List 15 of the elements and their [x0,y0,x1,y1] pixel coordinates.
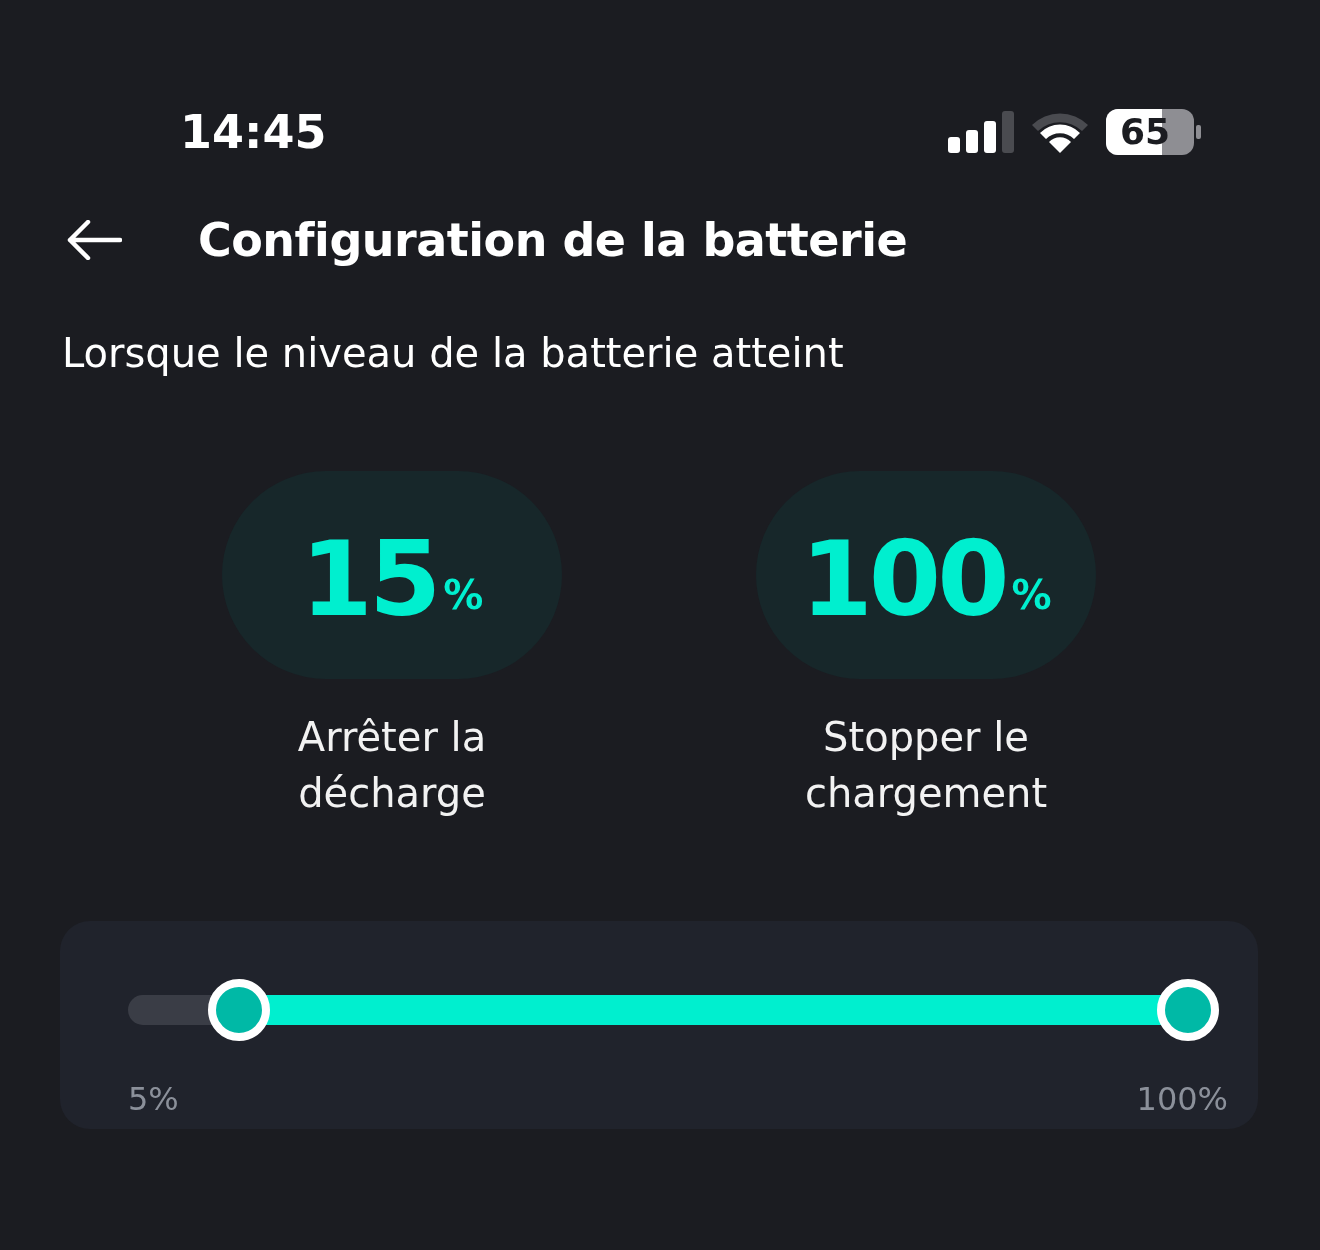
percent-unit: % [1011,571,1052,620]
limit-label: Arrêter la décharge [296,713,488,818]
max-label: 100% [1136,1079,1228,1120]
limit-label: Stopper le chargement [803,713,1049,818]
battery-percentage: 65 [1120,110,1171,153]
back-arrow-icon[interactable] [66,220,122,260]
limit-value: 15 [300,527,438,631]
signal-icon [948,110,1014,153]
section-subtitle: Lorsque le niveau de la batterie atteint [62,329,845,378]
percent-unit: % [443,571,484,620]
page-title: Configuration de la batterie [198,211,908,269]
min-label: 5% [128,1079,179,1120]
battery-icon [1106,108,1202,155]
status-time: 14:45 [180,108,327,155]
limit-value: 100 [800,527,1006,631]
